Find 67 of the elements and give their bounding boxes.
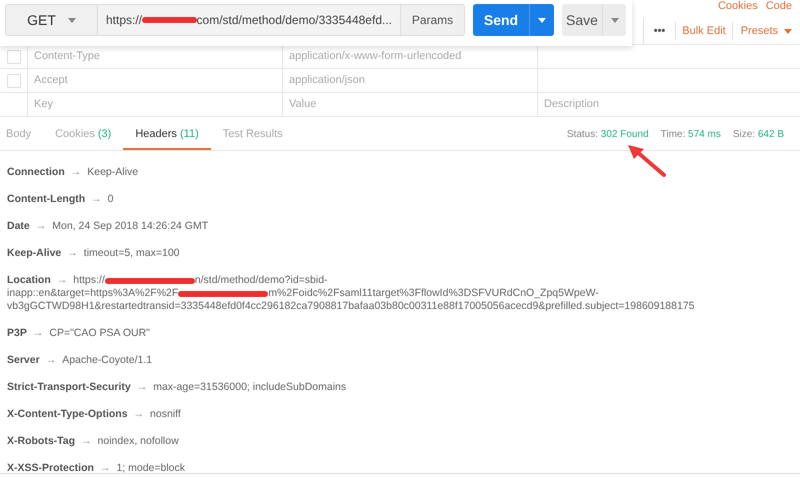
arrow-glyph: → [70, 166, 82, 179]
caret-icon [538, 18, 546, 22]
bulk-edit-link[interactable]: Bulk Edit [675, 22, 732, 40]
arrow-glyph: → [136, 381, 148, 394]
value-text: Keep-Alive [87, 166, 138, 179]
header-name: X-Content-Type-Options [7, 408, 128, 421]
response-tab[interactable]: Body [6, 120, 44, 150]
value-text: max-age=31536000; includeSubDomains [153, 381, 346, 394]
value-text: Mon, 24 Sep 2018 14:26:24 GMT [52, 220, 208, 233]
top-link[interactable]: Cookies [718, 0, 758, 14]
header-name: X-XSS-Protection [7, 462, 94, 475]
value-text: CP="CAO PSA OUR" [49, 327, 150, 340]
value-text: https:// [106, 12, 142, 29]
header-name: Location [7, 274, 51, 287]
row-checkbox[interactable] [6, 50, 20, 64]
header-name: Connection [7, 166, 65, 179]
arrow-glyph: → [36, 220, 46, 233]
value-text: nosniff [150, 408, 181, 421]
caret-icon [610, 18, 618, 22]
arrow-glyph: → [67, 247, 78, 260]
value-cell[interactable]: application/x-www-form-urlencoded [283, 45, 538, 68]
key-cell[interactable]: Accept [28, 69, 283, 92]
value-text: vb3gGCTWD98H1&restartedtransid=3335448efd0f4cc296182ca7908817bafaa03b80c00311e88f17005056acecd9&prefilled.subject=198609188175 [7, 300, 695, 313]
header-name: Strict-Transport-Security [7, 381, 131, 394]
header-name: P3P [7, 327, 27, 340]
header-name: Content-Length [7, 193, 86, 206]
row-checkbox[interactable] [6, 74, 20, 88]
arrow-glyph: → [32, 327, 44, 340]
value-text: m%2Foidc%2Fsaml11target%3FflowId%3DSFVURdCnO_Zpq5WpeW- [268, 287, 599, 300]
response-tab[interactable]: Test Results [210, 120, 295, 150]
key-cell[interactable]: Key [28, 93, 283, 116]
value-text: Apache-Coyote/1.1 [62, 354, 152, 367]
description-cell[interactable]: Description [538, 93, 800, 116]
arrow-glyph: → [134, 408, 144, 421]
value-text: inapp::en&target=https%3A%2F%2F [7, 287, 178, 300]
caret-icon [68, 18, 76, 22]
presets-dropdown[interactable]: Presets [732, 22, 800, 40]
value-text: noindex, nofollow [98, 435, 179, 448]
header-name: X-Robots-Tag [7, 435, 76, 448]
value-text: n/std/method/demo?id=sbid- [194, 274, 328, 287]
status-label: Status: 302 Found [566, 128, 649, 142]
header-name: Keep-Alive [7, 247, 62, 260]
arrow-glyph: → [56, 274, 68, 287]
top-link[interactable]: Code [766, 0, 792, 14]
arrow-glyph: → [100, 462, 110, 475]
value-text: 0 [108, 193, 114, 206]
value-text: com/std/method/demo/3335448efd... [196, 12, 392, 29]
value-cell[interactable]: Value [283, 93, 538, 116]
value-text: https:// [73, 274, 105, 287]
key-cell[interactable]: Content-Type [28, 45, 283, 68]
header-name: Server [7, 354, 40, 367]
header-name: Date [7, 220, 30, 233]
size-label: Size: 642 B [732, 128, 784, 142]
response-tab[interactable]: Cookies (3) [43, 120, 124, 150]
time-label: Time: 574 ms [660, 128, 721, 142]
annotation-arrow [626, 143, 666, 177]
value-text: timeout=5, max=100 [84, 247, 180, 260]
caret-icon [784, 28, 792, 34]
arrow-glyph: → [91, 193, 102, 206]
arrow-glyph: → [81, 435, 92, 448]
more-button[interactable]: ••• [642, 18, 676, 44]
params-button[interactable]: Params [400, 5, 464, 35]
arrow-glyph: → [46, 354, 56, 367]
value-text: 1; mode=block [116, 462, 186, 475]
value-cell[interactable]: application/json [283, 69, 538, 92]
response-tab[interactable]: Headers (11) [123, 120, 211, 150]
redaction-mark [142, 17, 197, 23]
